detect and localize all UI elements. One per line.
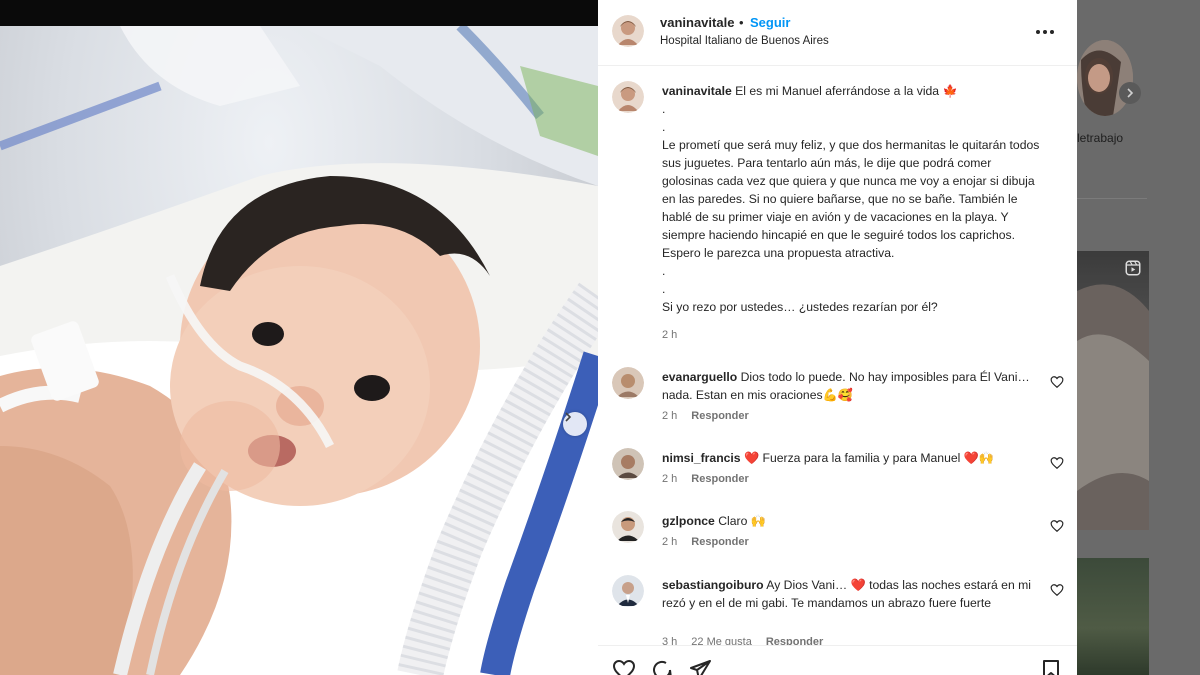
comment-likes[interactable]: 22 Me gusta: [691, 636, 752, 645]
comment-meta: 2 h Responder: [662, 536, 763, 548]
reply-button[interactable]: Responder: [766, 636, 823, 645]
more-options-icon[interactable]: [1034, 22, 1056, 42]
baby-photo-illustration: [0, 26, 598, 675]
profile-grid-thumbnail[interactable]: [1077, 251, 1149, 530]
caption-dot: .: [662, 264, 666, 278]
caption-line1: El es mi Manuel aferrándose a la vida 🍁: [735, 84, 958, 98]
comment-icon[interactable]: [650, 658, 674, 675]
instagram-post-view: vaninavitale • Seguir Hospital Italiano …: [0, 0, 1200, 675]
caption-paragraph: Le prometí que será muy feliz, y que dos…: [662, 138, 1040, 260]
post-photo[interactable]: [0, 26, 598, 675]
comment-body: ❤️ Fuerza para la familia y para Manuel …: [743, 451, 995, 465]
comment-time[interactable]: 2 h: [662, 536, 677, 548]
comment-meta: 3 h 22 Me gusta Responder: [662, 636, 837, 645]
comment-text: evanarguello Dios todo lo puede. No hay …: [662, 368, 1032, 404]
chevron-right-icon: [1127, 88, 1134, 98]
background-profile-page: letrabajo: [1077, 0, 1200, 675]
carousel-next-button[interactable]: [1119, 82, 1141, 104]
caption-dot: .: [662, 102, 666, 116]
post-details-panel: vaninavitale • Seguir Hospital Italiano …: [598, 0, 1077, 675]
top-bar: [0, 0, 598, 26]
comment-body: Claro 🙌: [718, 514, 766, 528]
caption-dot: .: [662, 120, 666, 134]
caption-closing: Si yo rezo por ustedes… ¿ustedes rezaría…: [662, 300, 938, 314]
heart-icon[interactable]: [1050, 456, 1064, 470]
reply-button[interactable]: Responder: [691, 536, 748, 548]
reply-button[interactable]: Responder: [691, 473, 748, 485]
separator-dot: •: [739, 15, 744, 30]
commenter-avatar[interactable]: [612, 367, 644, 399]
commenter-username[interactable]: nimsi_francis: [662, 451, 741, 465]
reply-button[interactable]: Responder: [691, 410, 748, 422]
bookmark-icon[interactable]: [1039, 658, 1063, 675]
profile-grid-thumbnail[interactable]: [1077, 558, 1149, 675]
commenter-avatar[interactable]: [612, 448, 644, 480]
follow-button[interactable]: Seguir: [750, 15, 790, 30]
comment-time[interactable]: 3 h: [662, 636, 677, 645]
comment-text: sebastiangoiburo Ay Dios Vani… ❤️ todas …: [662, 576, 1032, 612]
profile-name[interactable]: letrabajo: [1077, 131, 1123, 145]
author-avatar[interactable]: [612, 15, 644, 47]
heart-icon[interactable]: [612, 658, 636, 675]
heart-icon[interactable]: [1050, 519, 1064, 533]
commenter-username[interactable]: sebastiangoiburo: [662, 578, 764, 592]
chevron-right-icon: [565, 412, 572, 422]
comment-text: gzlponce Claro 🙌: [662, 512, 1032, 530]
heart-icon[interactable]: [1050, 583, 1064, 597]
caption-username[interactable]: vaninavitale: [662, 84, 732, 98]
profile-avatar[interactable]: [1077, 40, 1133, 116]
comment-time[interactable]: 2 h: [662, 473, 677, 485]
post-location[interactable]: Hospital Italiano de Buenos Aires: [660, 35, 829, 47]
comment-time[interactable]: 2 h: [662, 410, 677, 422]
heart-icon[interactable]: [1050, 375, 1064, 389]
commenter-username[interactable]: gzlponce: [662, 514, 715, 528]
post-actions-bar: [598, 645, 1077, 675]
author-username[interactable]: vaninavitale: [660, 15, 734, 30]
post-caption: vaninavitale El es mi Manuel aferrándose…: [662, 82, 1042, 316]
reels-icon: [1125, 260, 1141, 276]
send-icon[interactable]: [688, 658, 712, 675]
commenter-avatar[interactable]: [612, 575, 644, 607]
comment-text: nimsi_francis ❤️ Fuerza para la familia …: [662, 449, 1032, 467]
commenter-username[interactable]: evanarguello: [662, 370, 737, 384]
commenter-avatar[interactable]: [612, 511, 644, 543]
comment-meta: 2 h Responder: [662, 410, 763, 422]
divider: [1077, 198, 1147, 199]
comments-section[interactable]: vaninavitale El es mi Manuel aferrándose…: [598, 67, 1077, 645]
post-header: vaninavitale • Seguir Hospital Italiano …: [598, 0, 1077, 66]
caption-dot: .: [662, 282, 666, 296]
next-photo-button[interactable]: [563, 412, 587, 436]
caption-author-avatar[interactable]: [612, 81, 644, 113]
comment-meta: 2 h Responder: [662, 473, 763, 485]
caption-timestamp[interactable]: 2 h: [662, 329, 677, 341]
